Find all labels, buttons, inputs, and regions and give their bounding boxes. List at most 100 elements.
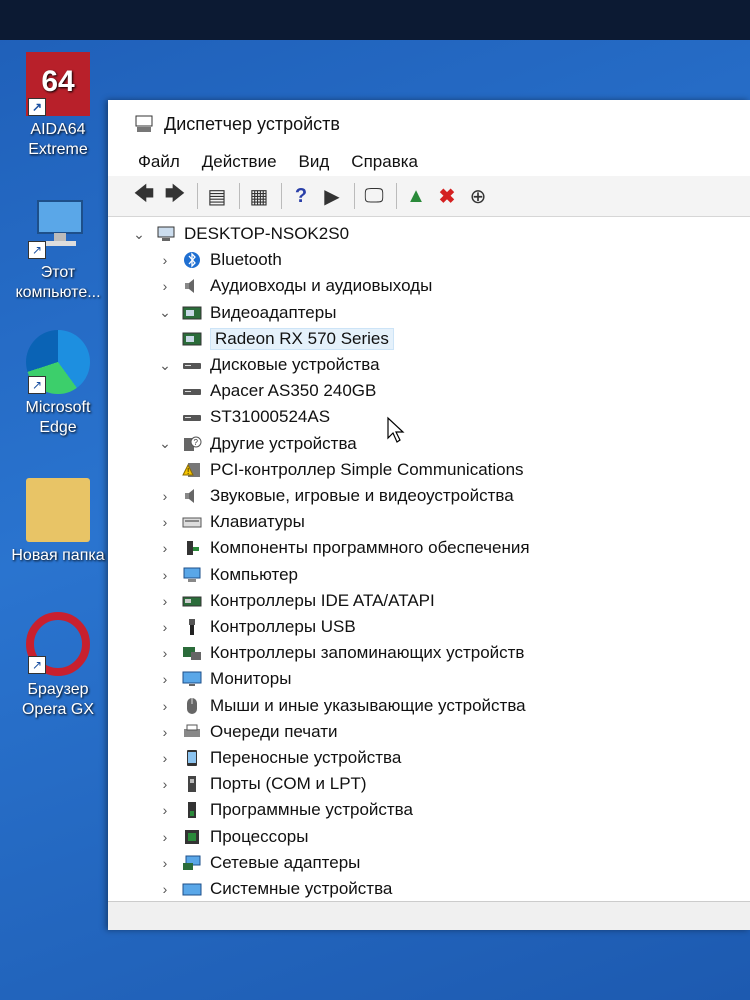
mouse-cursor-icon bbox=[387, 416, 405, 443]
tree-category[interactable]: › Порты (COM и LPT) bbox=[156, 772, 367, 796]
uninstall-device-icon[interactable]: ✖ bbox=[433, 182, 461, 210]
tree-category[interactable]: › Очереди печати bbox=[156, 720, 338, 744]
tree-item-label: Переносные устройства bbox=[210, 748, 402, 767]
chevron-right-icon[interactable]: › bbox=[156, 671, 174, 687]
tree-category[interactable]: › Сетевые адаптеры bbox=[156, 851, 361, 875]
opera-gx-icon: ↗ bbox=[26, 612, 90, 676]
tree-category[interactable]: › Компьютер bbox=[156, 563, 298, 587]
action-pane-icon[interactable]: ▶ bbox=[318, 182, 346, 210]
chevron-right-icon[interactable]: › bbox=[156, 724, 174, 740]
help-icon[interactable]: ? bbox=[287, 182, 315, 210]
chevron-right-icon[interactable]: › bbox=[156, 593, 174, 609]
tree-category[interactable]: › Контроллеры запоминающих устройств bbox=[156, 641, 525, 665]
tree-device[interactable]: Radeon RX 570 Series bbox=[182, 327, 394, 351]
chevron-right-icon[interactable]: › bbox=[156, 619, 174, 635]
tree-category[interactable]: › Звуковые, игровые и видеоустройства bbox=[156, 484, 514, 508]
desktop-icon-opera-gx[interactable]: ↗ Браузер Opera GX bbox=[8, 612, 108, 720]
forward-icon[interactable]: 🡆 bbox=[161, 182, 189, 210]
desktop-icon-edge[interactable]: ↗ Microsoft Edge bbox=[8, 330, 108, 438]
tree-category[interactable]: › Процессоры bbox=[156, 825, 309, 849]
chevron-down-icon[interactable]: ⌄ bbox=[130, 226, 148, 243]
chevron-right-icon[interactable]: › bbox=[156, 567, 174, 583]
tree-category[interactable]: › Компоненты программного обеспечения bbox=[156, 536, 530, 560]
tree-item-label: Дисковые устройства bbox=[210, 355, 380, 374]
tree-item-label: PCI-контроллер Simple Communications bbox=[210, 459, 524, 479]
show-hide-console-tree-icon[interactable]: ▤ bbox=[203, 182, 231, 210]
tree-item-label: Другие устройства bbox=[210, 433, 357, 453]
disable-device-icon[interactable]: ⊕ bbox=[464, 182, 492, 210]
chevron-right-icon[interactable]: › bbox=[156, 829, 174, 845]
desktop-icon-label: AIDA64 bbox=[30, 121, 86, 138]
tree-item-label: Компоненты программного обеспечения bbox=[210, 538, 530, 558]
tree-item-label: Программные устройства bbox=[210, 800, 413, 820]
tree-category[interactable]: ⌄? Другие устройства bbox=[156, 432, 357, 456]
menu-action[interactable]: Действие bbox=[202, 152, 277, 172]
desktop-icon-new-folder[interactable]: Новая папка bbox=[8, 478, 108, 566]
chevron-down-icon[interactable]: ⌄ bbox=[156, 435, 174, 452]
svg-text:?: ? bbox=[194, 438, 199, 447]
chevron-right-icon[interactable]: › bbox=[156, 645, 174, 661]
tree-category[interactable]: › Клавиатуры bbox=[156, 510, 305, 534]
chevron-right-icon[interactable]: › bbox=[156, 776, 174, 792]
tree-category[interactable]: › Переносные устройства bbox=[156, 746, 402, 770]
window-title: Диспетчер устройств bbox=[164, 113, 340, 134]
tree-device[interactable]: ! PCI-контроллер Simple Communications bbox=[182, 458, 524, 482]
desktop-icon-label: Extreme bbox=[28, 141, 88, 158]
tree-item-label: Видеоадаптеры bbox=[210, 302, 337, 322]
chevron-right-icon[interactable]: › bbox=[156, 488, 174, 504]
tree-item-label: Apacer AS350 240GB bbox=[210, 381, 377, 401]
status-bar bbox=[108, 901, 750, 930]
tree-category[interactable]: › Контроллеры IDE ATA/ATAPI bbox=[156, 589, 435, 613]
tree-category[interactable]: ⌄ Дисковые устройства bbox=[156, 353, 380, 377]
chevron-right-icon[interactable]: › bbox=[156, 278, 174, 294]
desktop-icon-this-pc[interactable]: ↗ Этот компьюте... bbox=[8, 195, 108, 303]
chevron-right-icon[interactable]: › bbox=[156, 514, 174, 530]
tree-item-label: Сетевые адаптеры bbox=[210, 852, 361, 872]
top-dark-strip bbox=[0, 0, 750, 40]
software-component-icon bbox=[182, 539, 202, 557]
shortcut-arrow-icon: ↗ bbox=[28, 98, 46, 116]
update-driver-icon[interactable]: ▲ bbox=[402, 182, 430, 210]
chevron-right-icon[interactable]: › bbox=[156, 802, 174, 818]
tree-category[interactable]: ⌄ Видеоадаптеры bbox=[156, 301, 336, 325]
device-tree: ⌄ DESKTOP-NSOK2S0 › Bluetooth › Аудиовходы … bbox=[108, 220, 750, 900]
scan-hardware-icon[interactable]: 🖵 bbox=[360, 182, 388, 210]
back-icon[interactable]: 🡄 bbox=[130, 182, 158, 210]
menu-view[interactable]: Вид bbox=[299, 152, 330, 172]
shortcut-arrow-icon: ↗ bbox=[28, 656, 46, 674]
tree-category[interactable]: › Программные устройства bbox=[156, 798, 413, 822]
computer-icon bbox=[182, 566, 202, 584]
menu-file[interactable]: Файл bbox=[138, 152, 180, 172]
tree-root[interactable]: ⌄ DESKTOP-NSOK2S0 bbox=[130, 222, 349, 246]
tree-category[interactable]: › Аудиовходы и аудиовыходы bbox=[156, 274, 433, 298]
keyboard-icon bbox=[182, 513, 202, 531]
printer-icon bbox=[182, 723, 202, 741]
chevron-right-icon[interactable]: › bbox=[156, 252, 174, 268]
title-bar[interactable]: Диспетчер устройств bbox=[108, 100, 750, 148]
chevron-right-icon[interactable]: › bbox=[156, 540, 174, 556]
tree-category[interactable]: › Контроллеры USB bbox=[156, 615, 356, 639]
tree-device[interactable]: Apacer AS350 240GB bbox=[182, 379, 376, 403]
tree-item-label: ST31000524AS bbox=[210, 407, 331, 427]
chevron-right-icon[interactable]: › bbox=[156, 855, 174, 871]
desktop-icon-label: Новая папка bbox=[11, 547, 105, 564]
tree-item-label: Процессоры bbox=[210, 826, 309, 846]
chevron-right-icon[interactable]: › bbox=[156, 881, 174, 897]
tree-category[interactable]: › Системные устройства bbox=[156, 877, 393, 900]
chevron-right-icon[interactable]: › bbox=[156, 698, 174, 714]
tree-item-label: Контроллеры IDE ATA/ATAPI bbox=[210, 590, 435, 610]
chevron-down-icon[interactable]: ⌄ bbox=[156, 304, 174, 321]
properties-icon[interactable]: ▦ bbox=[245, 182, 273, 210]
chevron-right-icon[interactable]: › bbox=[156, 750, 174, 766]
ide-controller-icon bbox=[182, 592, 202, 610]
tree-category[interactable]: › Bluetooth bbox=[156, 248, 282, 272]
toolbar-separator bbox=[197, 183, 198, 209]
tree-device[interactable]: ST31000524AS bbox=[182, 405, 330, 429]
tree-category[interactable]: › Мониторы bbox=[156, 667, 292, 691]
tree-category[interactable]: › Мыши и иные указывающие устройства bbox=[156, 694, 526, 718]
desktop-icon-aida64[interactable]: 64 ↗ AIDA64 Extreme bbox=[8, 52, 108, 160]
chevron-down-icon[interactable]: ⌄ bbox=[156, 357, 174, 374]
menu-help[interactable]: Справка bbox=[351, 152, 418, 172]
tree-item-label: Radeon RX 570 Series bbox=[210, 327, 394, 350]
tree-item-label: Bluetooth bbox=[210, 250, 282, 270]
